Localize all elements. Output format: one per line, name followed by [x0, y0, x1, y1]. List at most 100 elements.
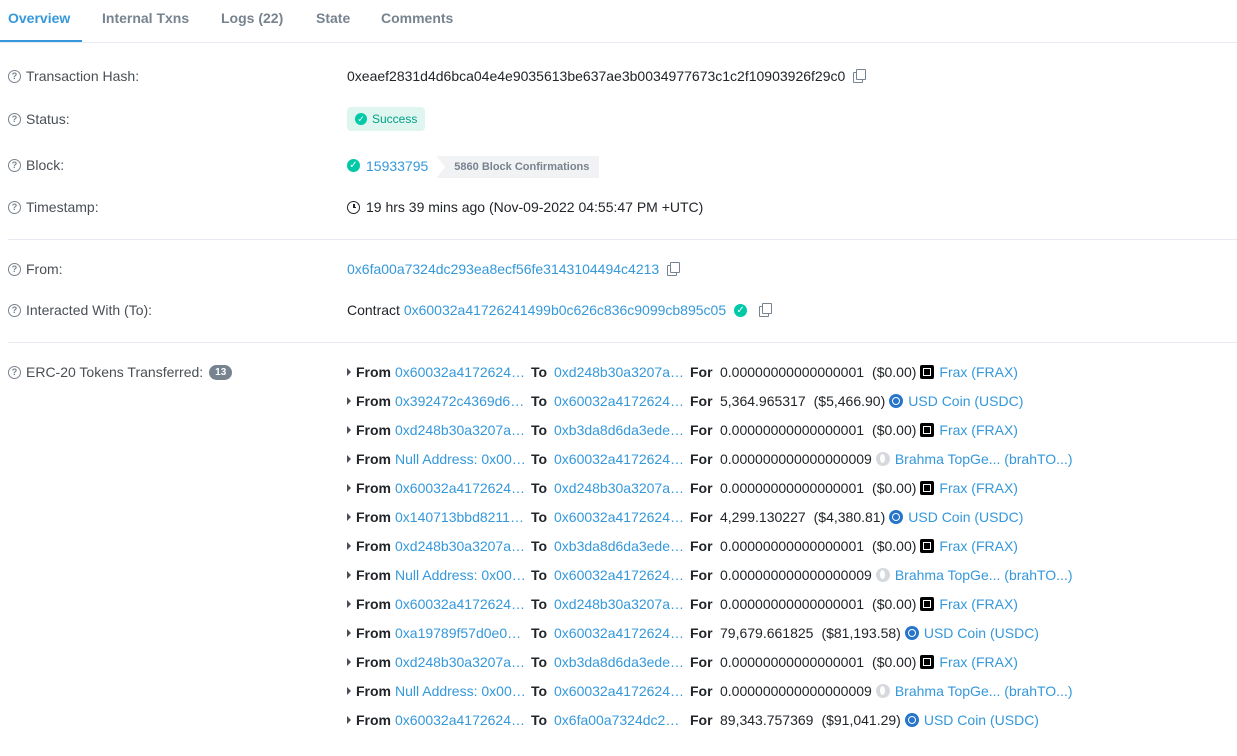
question-circle-icon[interactable]: ? [8, 201, 21, 214]
tab-overview[interactable]: Overview [8, 10, 70, 26]
question-circle-icon[interactable]: ? [8, 159, 21, 172]
token-link[interactable]: Brahma TopGe... (brahTO...) [895, 567, 1073, 583]
question-circle-icon[interactable]: ? [8, 263, 21, 276]
transfer-from-link[interactable]: 0xd248b30a3207a… [395, 654, 525, 670]
transfer-from-link[interactable]: 0x140713bbd8211… [395, 509, 524, 525]
from-keyword: From [356, 596, 391, 612]
row-from: ? From: 0x6fa00a7324dc293ea8ecf56fe31431… [0, 261, 1237, 281]
transfer-usd-value: ($81,193.58) [821, 625, 900, 641]
tab-comments[interactable]: Comments [381, 10, 453, 26]
token-link[interactable]: Frax (FRAX) [939, 596, 1018, 612]
transfer-to-link[interactable]: 0x60032a4172624… [554, 567, 684, 583]
transfer-to-link[interactable]: 0xd248b30a3207a… [554, 364, 684, 380]
copy-icon[interactable] [853, 69, 866, 83]
token-link[interactable]: Brahma TopGe... (brahTO...) [895, 683, 1073, 699]
copy-icon[interactable] [667, 262, 680, 276]
transfer-to-link[interactable]: 0x60032a4172624… [554, 451, 684, 467]
transfer-from-link[interactable]: 0xa19789f57d0e0… [395, 625, 521, 641]
transfer-usd-value: ($0.00) [872, 654, 916, 670]
transfer-from-link[interactable]: 0xd248b30a3207a… [395, 538, 525, 554]
token-link[interactable]: Frax (FRAX) [939, 364, 1018, 380]
transfer-from-link[interactable]: Null Address: 0x00… [395, 683, 526, 699]
usdc-token-icon [905, 713, 919, 727]
transfer-to-link[interactable]: 0xd248b30a3207a… [554, 596, 684, 612]
to-keyword: To [531, 509, 547, 525]
transfer-from-link[interactable]: 0x60032a4172624… [395, 712, 525, 728]
token-link[interactable]: USD Coin (USDC) [924, 625, 1039, 641]
frax-token-icon [920, 655, 934, 669]
transfer-from-link[interactable]: 0x60032a4172624… [395, 596, 525, 612]
token-link[interactable]: Frax (FRAX) [939, 538, 1018, 554]
caret-right-icon[interactable] [347, 571, 351, 579]
token-link[interactable]: Frax (FRAX) [939, 654, 1018, 670]
caret-right-icon[interactable] [347, 658, 351, 666]
to-keyword: To [531, 654, 547, 670]
contract-prefix: Contract [347, 302, 400, 318]
transfer-from-link[interactable]: Null Address: 0x00… [395, 451, 526, 467]
transfer-to-link[interactable]: 0x60032a4172624… [554, 683, 684, 699]
caret-right-icon[interactable] [347, 687, 351, 695]
transfer-to-link[interactable]: 0xb3da8d6da3ede… [554, 654, 684, 670]
label-from: From: [26, 261, 63, 277]
question-circle-icon[interactable]: ? [8, 113, 21, 126]
transfer-to-link[interactable]: 0xb3da8d6da3ede… [554, 538, 684, 554]
token-link[interactable]: Brahma TopGe... (brahTO...) [895, 451, 1073, 467]
caret-right-icon[interactable] [347, 629, 351, 637]
token-link[interactable]: USD Coin (USDC) [908, 393, 1023, 409]
question-circle-icon[interactable]: ? [8, 304, 21, 317]
tab-state[interactable]: State [316, 10, 350, 26]
transfer-from-link[interactable]: 0x392472c4369d6… [395, 393, 524, 409]
transfer-from-link[interactable]: 0xd248b30a3207a… [395, 422, 525, 438]
to-keyword: To [531, 451, 547, 467]
transfer-to-link[interactable]: 0x60032a4172624… [554, 509, 684, 525]
for-keyword: For [690, 654, 713, 670]
token-link[interactable]: Frax (FRAX) [939, 422, 1018, 438]
transfer-amount: 0.00000000000000001 [720, 480, 864, 496]
transfer-to-link[interactable]: 0x60032a4172624… [554, 393, 684, 409]
transfer-usd-value: ($5,466.90) [814, 393, 886, 409]
from-keyword: From [356, 538, 391, 554]
caret-right-icon[interactable] [347, 455, 351, 463]
from-keyword: From [356, 712, 391, 728]
from-address-link[interactable]: 0x6fa00a7324dc293ea8ecf56fe3143104494c42… [347, 261, 659, 277]
for-keyword: For [690, 683, 713, 699]
tab-logs[interactable]: Logs (22) [221, 10, 283, 26]
block-number-link[interactable]: 15933795 [366, 158, 428, 174]
for-keyword: For [690, 538, 713, 554]
transfer-from-link[interactable]: 0x60032a4172624… [395, 364, 525, 380]
transfer-from-link[interactable]: 0x60032a4172624… [395, 480, 525, 496]
label-block: Block: [26, 157, 64, 173]
transfer-amount: 0.00000000000000001 [720, 596, 864, 612]
question-circle-icon[interactable]: ? [8, 366, 21, 379]
for-keyword: For [690, 364, 713, 380]
caret-right-icon[interactable] [347, 397, 351, 405]
transfer-to-link[interactable]: 0x60032a4172624… [554, 625, 684, 641]
token-link[interactable]: USD Coin (USDC) [908, 509, 1023, 525]
frax-token-icon [920, 423, 934, 437]
caret-right-icon[interactable] [347, 716, 351, 724]
transfer-from-link[interactable]: Null Address: 0x00… [395, 567, 526, 583]
caret-right-icon[interactable] [347, 600, 351, 608]
transfer-to-link[interactable]: 0xd248b30a3207a… [554, 480, 684, 496]
row-transaction-hash: ? Transaction Hash: 0xeaef2831d4d6bca04e… [0, 68, 1237, 88]
token-link[interactable]: Frax (FRAX) [939, 480, 1018, 496]
question-circle-icon[interactable]: ? [8, 70, 21, 83]
caret-right-icon[interactable] [347, 426, 351, 434]
caret-right-icon[interactable] [347, 542, 351, 550]
caret-right-icon[interactable] [347, 368, 351, 376]
for-keyword: For [690, 393, 713, 409]
caret-right-icon[interactable] [347, 484, 351, 492]
row-timestamp: ? Timestamp: 19 hrs 39 mins ago (Nov-09-… [0, 199, 1237, 219]
token-link[interactable]: USD Coin (USDC) [924, 712, 1039, 728]
transfer-to-link[interactable]: 0x6fa00a7324dc2… [554, 712, 679, 728]
contract-address-link[interactable]: 0x60032a41726241499b0c626c836c9099cb895c… [404, 302, 726, 318]
label-erc20-transfers: ERC-20 Tokens Transferred: [26, 364, 203, 380]
tab-internal-txns[interactable]: Internal Txns [102, 10, 189, 26]
from-keyword: From [356, 683, 391, 699]
caret-right-icon[interactable] [347, 513, 351, 521]
transfer-usd-value: ($0.00) [872, 364, 916, 380]
verified-check-icon: ✓ [734, 304, 747, 317]
transfer-to-link[interactable]: 0xb3da8d6da3ede… [554, 422, 684, 438]
copy-icon[interactable] [759, 303, 772, 317]
active-tab-indicator [0, 40, 82, 42]
